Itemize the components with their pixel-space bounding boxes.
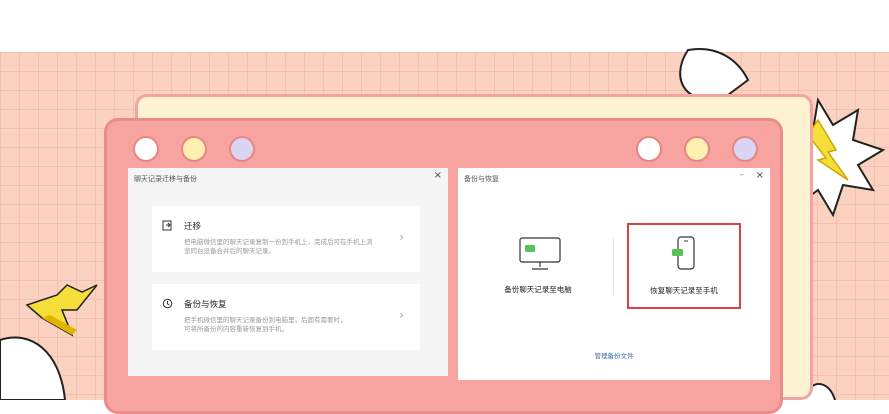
manage-backup-files-link[interactable]: 管理备份文件 xyxy=(458,350,770,360)
dialog-title: 备份与恢复 xyxy=(464,175,499,183)
restore-to-phone-button[interactable]: 恢复聊天记录至手机 xyxy=(627,223,741,309)
chevron-right-icon: › xyxy=(399,230,404,244)
close-icon[interactable]: × xyxy=(756,170,764,181)
dialog-title: 聊天记录迁移与备份 xyxy=(134,175,197,183)
history-icon xyxy=(162,298,173,312)
chevron-right-icon: › xyxy=(399,308,404,322)
option-description-line: 可将所备份的内容重新恢复到手机。 xyxy=(184,325,288,333)
comic-blob-bottom-left xyxy=(0,336,67,400)
divider xyxy=(613,238,614,294)
minimize-icon[interactable]: – xyxy=(740,170,745,180)
phone-icon xyxy=(672,236,695,270)
migrate-option[interactable]: 迁移 把电脑微信里的聊天记录复制一份到手机上，完成后可在手机上浏 览同台设备合并… xyxy=(152,206,420,272)
window-dot-white-left xyxy=(133,136,159,162)
migrate-icon xyxy=(162,220,173,234)
migration-backup-dialog: 聊天记录迁移与备份 × 迁移 把电脑微信里的聊天记录复制一份到手机上，完成后可在… xyxy=(128,168,448,376)
option-description-line: 把手机微信里的聊天记录备份到电脑里，后面有需要时， xyxy=(184,316,347,324)
restore-label: 恢复聊天记录至手机 xyxy=(650,286,718,295)
backup-to-pc-button[interactable]: 备份聊天记录至电脑 xyxy=(478,228,598,298)
window-dot-lavender-right xyxy=(732,136,758,162)
option-description-line: 览同台设备合并后的聊天记录。 xyxy=(184,247,275,255)
backup-label: 备份聊天记录至电脑 xyxy=(504,285,572,294)
window-dot-yellow-left xyxy=(181,136,207,162)
window-dot-white-right xyxy=(636,136,662,162)
backup-restore-dialog: 备份与恢复 – × 备份聊天记录至电脑 恢复聊天记录至手机 管理备份文件 xyxy=(458,168,770,380)
option-description: 把手机微信里的聊天记录备份到电脑里，后面有需要时， 可将所备份的内容重新恢复到手… xyxy=(184,316,394,334)
backup-restore-option[interactable]: 备份与恢复 把手机微信里的聊天记录备份到电脑里，后面有需要时， 可将所备份的内容… xyxy=(152,284,420,350)
option-title: 迁移 xyxy=(184,222,202,232)
option-description: 把电脑微信里的聊天记录复制一份到手机上，完成后可在手机上浏 览同台设备合并后的聊… xyxy=(184,238,394,256)
close-icon[interactable]: × xyxy=(434,170,442,181)
window-dot-lavender-left xyxy=(229,136,255,162)
option-description-line: 把电脑微信里的聊天记录复制一份到手机上，完成后可在手机上浏 xyxy=(184,238,373,246)
computer-icon xyxy=(519,237,561,270)
option-title: 备份与恢复 xyxy=(184,300,227,310)
window-dot-yellow-right xyxy=(684,136,710,162)
